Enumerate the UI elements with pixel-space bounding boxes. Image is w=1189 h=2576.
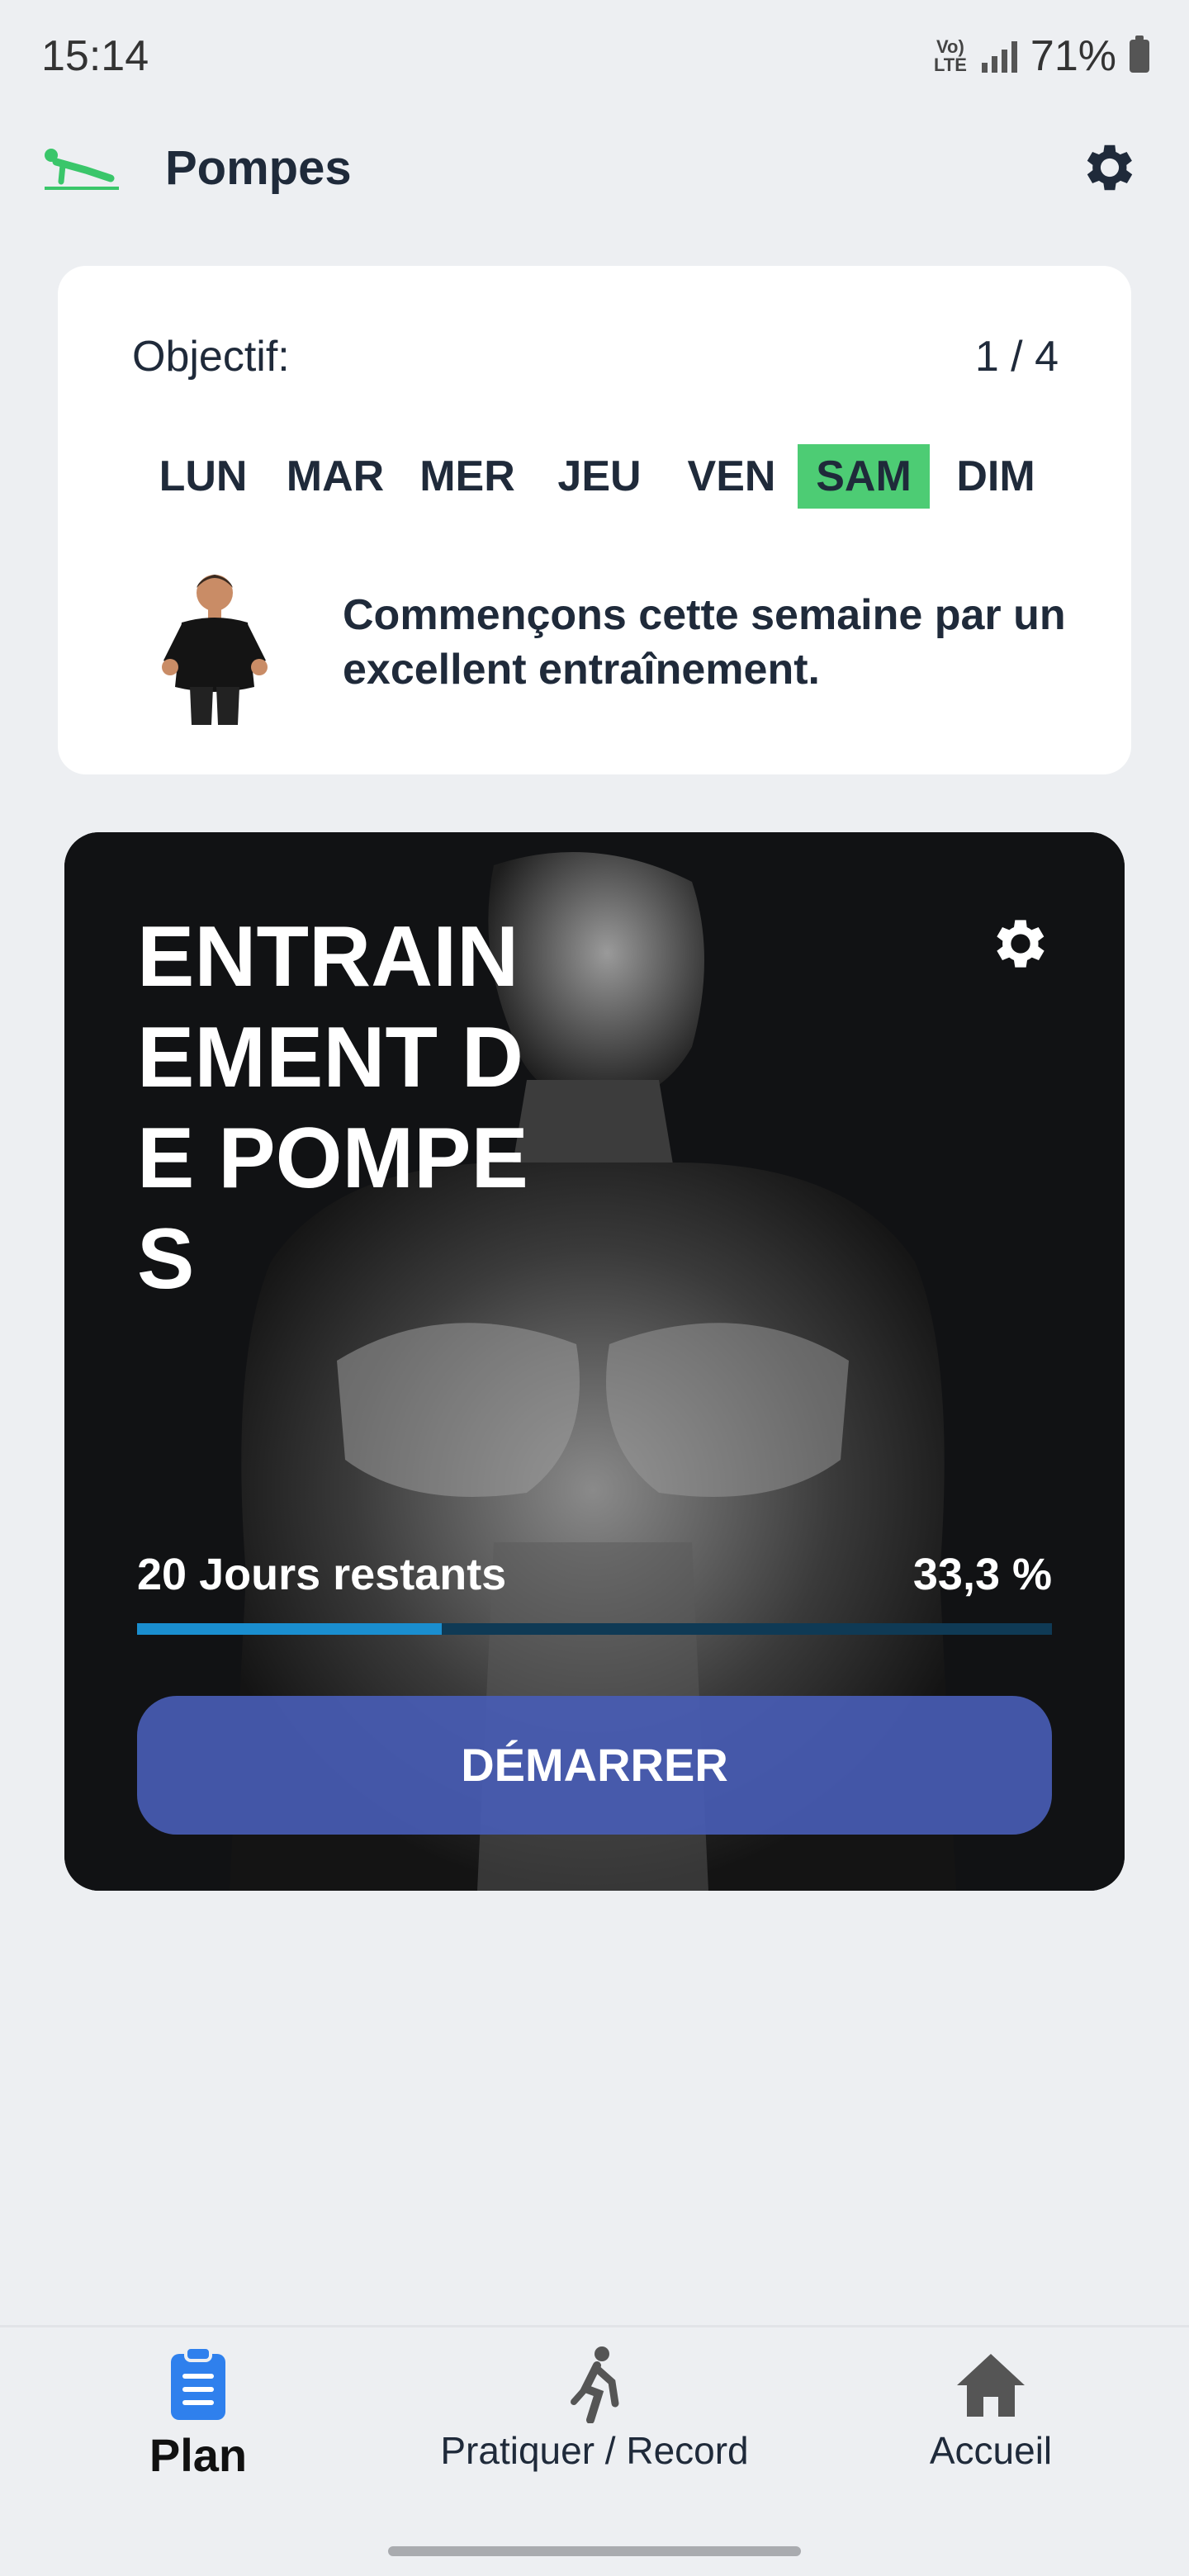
bottom-navigation: Plan Pratiquer / Record Accueil xyxy=(0,2325,1189,2576)
status-indicators: Vo) LTE 71% xyxy=(932,31,1149,81)
start-button[interactable]: DÉMARRER xyxy=(137,1696,1052,1835)
workout-title: ENTRAINEMENT DE POMPES xyxy=(137,909,528,1307)
weekday-sam: SAM xyxy=(798,444,930,509)
weekday-dim: DIM xyxy=(956,452,1035,500)
weekday-lun: LUN xyxy=(159,452,248,500)
battery-percent: 71% xyxy=(1030,32,1116,80)
nav-practice-record[interactable]: Pratiquer / Record xyxy=(388,2344,801,2473)
days-remaining: 20 Jours restants xyxy=(137,1550,507,1599)
volte-indicator: Vo) LTE xyxy=(933,36,967,75)
battery-icon xyxy=(1130,36,1149,73)
nav-home[interactable]: Accueil xyxy=(892,2344,1090,2473)
signal-icon xyxy=(981,40,1017,73)
weekday-mer: MER xyxy=(419,452,515,500)
weekly-goal-card[interactable]: Objectif: 1 / 4 LUN MAR MER JEU VEN SAM DIM Co… xyxy=(58,266,1131,774)
nav-home-label: Accueil xyxy=(929,2429,1053,2472)
progress-bar xyxy=(137,1623,1052,1635)
nav-plan-label: Plan xyxy=(149,2429,248,2481)
weekday-jeu: JEU xyxy=(557,452,642,500)
pushup-icon xyxy=(45,149,119,190)
weekday-row: LUN MAR MER JEU VEN SAM DIM xyxy=(137,444,1062,509)
coach-avatar xyxy=(162,575,268,725)
goal-label: Objectif: xyxy=(132,333,290,381)
page-title: Pompes xyxy=(165,141,352,195)
workout-plan-card[interactable]: ENTRAINEMENT DE POMPES 20 Jours restants… xyxy=(64,832,1125,1891)
home-icon xyxy=(957,2354,1025,2417)
weekday-ven: VEN xyxy=(687,452,776,500)
status-bar: 15:14 Vo) LTE 71% xyxy=(0,0,1189,116)
weekday-mar: MAR xyxy=(286,452,385,500)
gesture-home-indicator[interactable] xyxy=(388,2546,801,2556)
exercise-icon xyxy=(571,2346,619,2423)
progress-bar-fill xyxy=(137,1623,442,1635)
coach-message: Commençons cette semaine par un excellen… xyxy=(343,591,1066,694)
nav-plan[interactable]: Plan xyxy=(99,2344,297,2482)
clipboard-icon xyxy=(171,2346,225,2420)
progress-percent: 33,3 % xyxy=(912,1550,1052,1599)
gear-icon[interactable] xyxy=(1078,136,1141,199)
status-time: 15:14 xyxy=(41,32,149,80)
workout-settings-gear-icon[interactable] xyxy=(988,911,1054,977)
nav-practice-label: Pratiquer / Record xyxy=(440,2429,749,2472)
goal-count: 1 / 4 xyxy=(974,333,1059,381)
